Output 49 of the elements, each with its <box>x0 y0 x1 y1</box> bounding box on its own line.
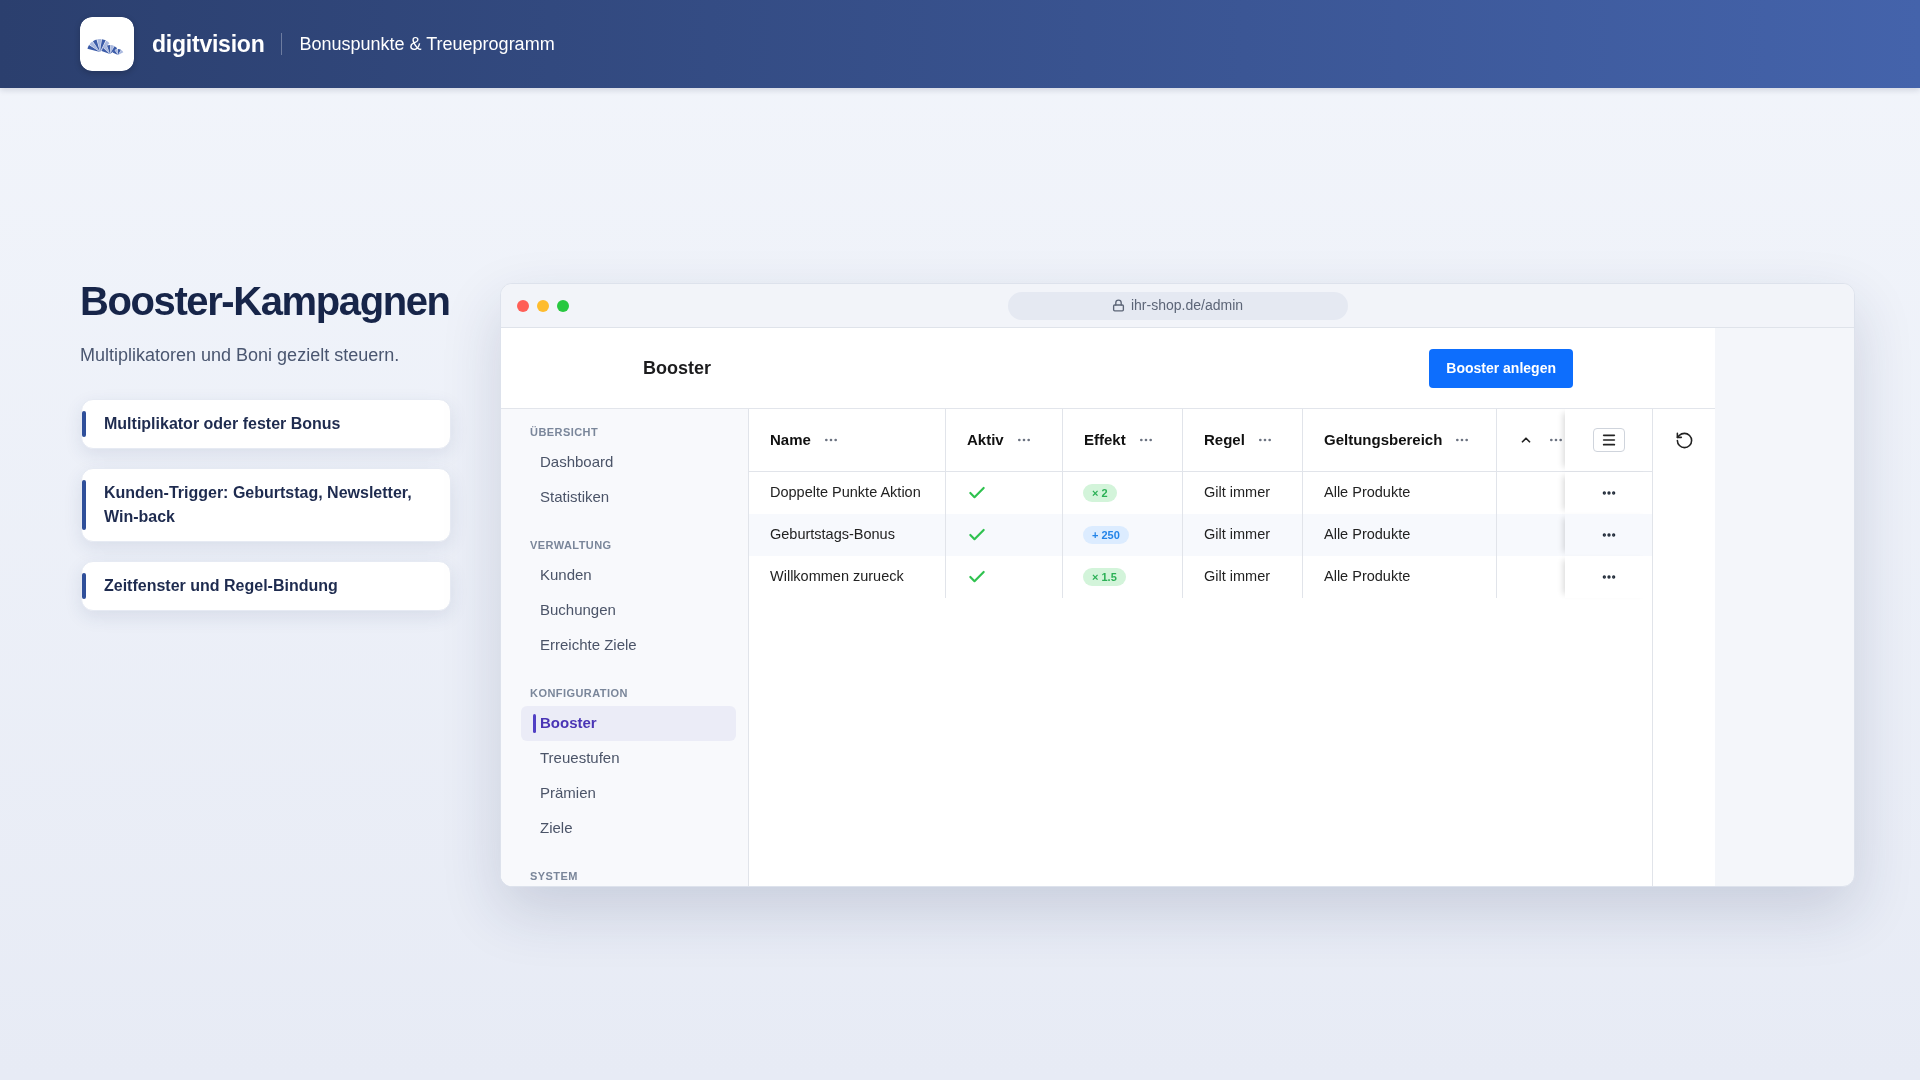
column-header: Effekt <box>1084 429 1126 450</box>
effect-badge: × 1.5 <box>1083 568 1126 586</box>
table-cell-text: Willkommen zurueck <box>770 567 904 587</box>
sidebar-item[interactable]: Erreichte Ziele <box>521 628 736 663</box>
table-cell-text: Alle Produkte <box>1324 483 1411 503</box>
sidebar-item[interactable]: Booster <box>521 706 736 741</box>
header-subtitle: Bonuspunkte & Treueprogramm <box>299 32 555 56</box>
column-header: Name <box>770 429 811 450</box>
effect-badge: × 2 <box>1083 484 1117 502</box>
sidebar-item[interactable]: Treuestufen <box>521 741 736 776</box>
sidebar-item[interactable]: Prämien <box>521 776 736 811</box>
lock-icon <box>1111 299 1125 312</box>
sidebar-heading: KONFIGURATION <box>529 686 629 701</box>
effect-badge: + 250 <box>1083 526 1129 544</box>
address-bar[interactable]: ihr-shop.de/admin <box>1007 291 1348 320</box>
sidebar-heading: ÜBERSICHT <box>529 425 600 440</box>
page-subtitle: Multiplikatoren und Boni gezielt steuern. <box>80 344 401 367</box>
sidebar-item[interactable]: Buchungen <box>521 593 736 628</box>
accent-bar <box>82 573 86 599</box>
table-cell-text: Doppelte Punkte Aktion <box>770 483 921 503</box>
sidebar-heading: VERWALTUNG <box>529 538 613 553</box>
table-cell-text: Alle Produkte <box>1324 567 1411 587</box>
column-header: Aktiv <box>967 429 1004 450</box>
table-cell-text: Gilt immer <box>1204 567 1271 587</box>
page-title: Booster-Kampagnen <box>80 278 451 325</box>
fan-logo-icon <box>80 17 134 71</box>
feature-text: Multiplikator oder fester Bonus <box>103 414 342 434</box>
table-cell-text: Gilt immer <box>1204 483 1271 503</box>
menu-icon <box>1600 432 1617 448</box>
selection-bar <box>533 714 536 733</box>
column-header: Regel <box>1204 429 1245 450</box>
table-cell-text: Geburtstags-Bonus <box>770 525 895 545</box>
table-cell-text: Alle Produkte <box>1324 525 1411 545</box>
sidebar-heading: SYSTEM <box>529 869 579 884</box>
sidebar-item[interactable]: Ziele <box>521 811 736 846</box>
sidebar-item[interactable]: Kunden <box>521 558 736 593</box>
accent-bar <box>82 480 86 530</box>
panel-title: Booster <box>643 356 711 380</box>
sidebar-item[interactable]: Dashboard <box>521 445 736 480</box>
table-cell-text: Gilt immer <box>1204 525 1271 545</box>
column-header: Geltungsbereich <box>1324 429 1443 450</box>
accent-bar <box>82 411 86 437</box>
feature-text: Zeitfenster und Regel-Bindung <box>103 576 339 596</box>
brand-name: digitvision <box>152 29 265 59</box>
feature-text: Kunden-Trigger: Geburtstag, Newsletter, Win-back <box>103 483 413 527</box>
sidebar-item[interactable]: Statistiken <box>521 480 736 515</box>
column-menu-button[interactable] <box>1592 428 1625 452</box>
create-booster-button[interactable]: Booster anlegen <box>1429 348 1573 388</box>
refresh-icon[interactable] <box>1674 431 1694 450</box>
